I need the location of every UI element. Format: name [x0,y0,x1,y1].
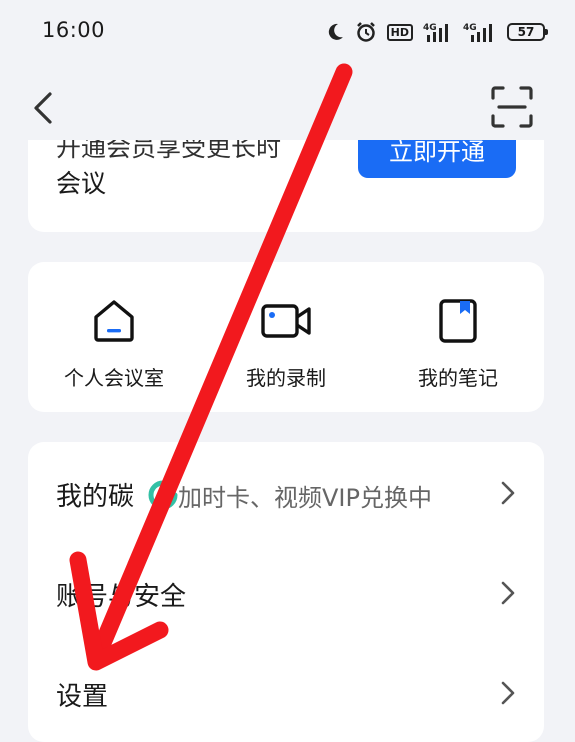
quick-action-label: 个人会议室 [64,366,164,390]
signal2-label: 4G [463,23,477,33]
chevron-right-icon [501,581,515,605]
video-camera-icon [261,304,311,338]
home-icon [94,300,134,342]
alarm-icon [356,22,375,42]
chevron-right-icon [501,481,515,505]
subscribe-button[interactable]: 立即开通 [358,140,516,178]
notebook-icon [439,299,477,343]
status-time: 16:00 [42,18,106,42]
moon-icon [328,23,343,40]
list-item-settings[interactable]: 设置 [28,642,544,742]
list-item-subtitle: 加时卡、视频VIP兑换中 [178,484,432,512]
signal-icon: 4G [423,23,448,42]
list-item-label: 账号与安全 [56,582,187,612]
promo-text: 会议 [56,169,107,198]
settings-list-card: 我的碳 加时卡、视频VIP兑换中 账号与安全 设置 [28,442,544,742]
personal-meeting-room-button[interactable]: 个人会议室 [28,298,200,391]
scan-icon [491,86,533,128]
nav-bar [0,72,575,142]
scan-button[interactable] [491,86,533,128]
back-button[interactable] [26,86,62,130]
quick-actions-card: 个人会议室 我的录制 我的笔记 [28,262,544,412]
quick-action-label: 我的笔记 [418,366,498,390]
loading-spinner-icon [148,480,178,510]
list-item-label: 设置 [56,682,109,712]
my-recordings-button[interactable]: 我的录制 [200,298,372,391]
chevron-right-icon [501,681,515,705]
list-item-carbon[interactable]: 我的碳 加时卡、视频VIP兑换中 [28,442,544,542]
hd-icon: HD [386,23,413,41]
my-notes-button[interactable]: 我的笔记 [372,298,544,391]
chevron-left-icon [34,92,52,124]
signal1-label: 4G [423,23,437,33]
signal-icon-2: 4G [463,23,492,42]
quick-action-label: 我的录制 [246,366,326,390]
status-icons: HD 4G 4G 57 [325,18,548,46]
promo-text-cut: 开通会员享受更长时 [56,140,282,162]
promo-card: 开通会员享受更长时 会议 立即开通 [28,140,544,232]
list-item-label: 我的碳 [56,482,135,512]
battery-icon: 57 [507,23,548,41]
status-bar: 16:00 HD 4G 4G 57 [0,0,575,64]
list-item-account-security[interactable]: 账号与安全 [28,542,544,642]
